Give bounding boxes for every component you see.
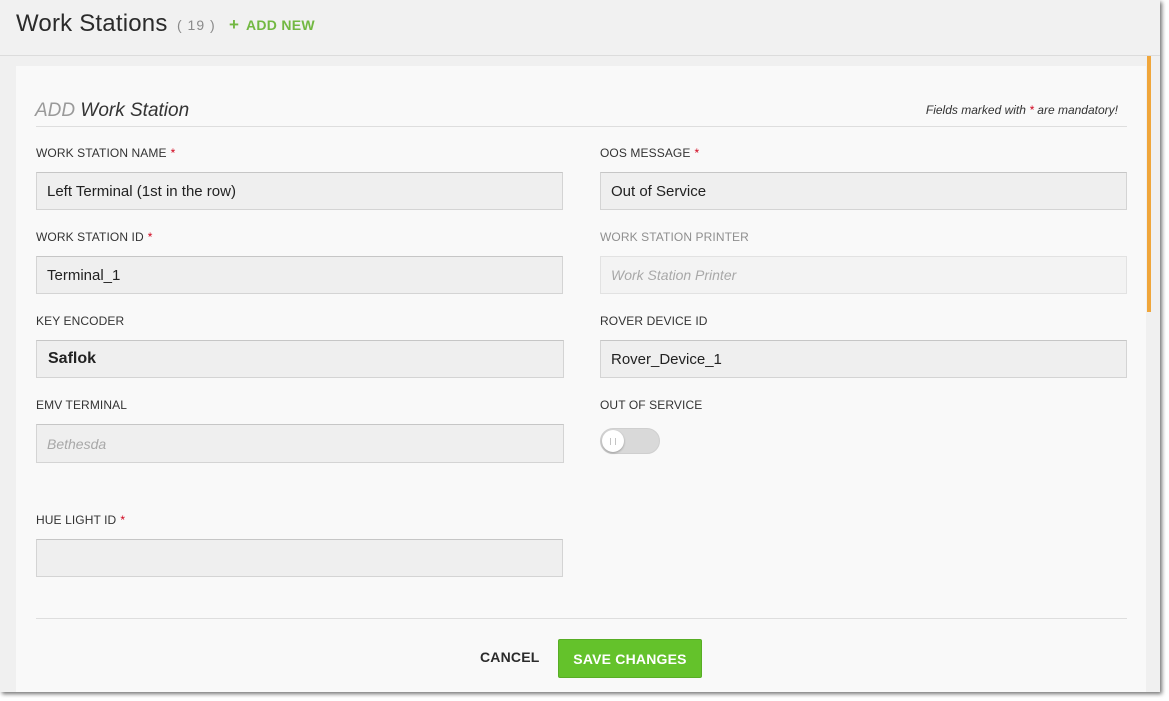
required-marker: * [694, 146, 700, 160]
out-of-service-toggle[interactable] [600, 428, 660, 454]
form-heading: ADD Work Station [35, 100, 189, 122]
work-station-id-input[interactable]: Terminal_1 [36, 256, 563, 294]
required-marker: * [120, 513, 126, 527]
mandatory-note-prefix: Fields marked with [925, 103, 1026, 117]
mandatory-note-suffix: are mandatory! [1037, 103, 1118, 117]
form-heading-verb: ADD [35, 100, 76, 121]
work-station-printer-input[interactable]: Work Station Printer [600, 256, 1127, 294]
save-changes-button[interactable]: SAVE CHANGES [558, 639, 702, 678]
out-of-service-label: OUT OF SERVICE [600, 398, 703, 412]
cancel-button[interactable]: CANCEL [480, 649, 540, 665]
record-count: ( 19 ) [177, 17, 216, 33]
key-encoder-value: Saflok [48, 350, 97, 367]
key-encoder-select[interactable]: Saflok [36, 340, 564, 378]
plus-icon: + [229, 15, 239, 34]
add-new-label: ADD NEW [245, 17, 315, 33]
rover-device-id-input[interactable]: Rover_Device_1 [600, 340, 1127, 378]
oos-message-input[interactable]: Out of Service [600, 172, 1127, 210]
oos-message-value: Out of Service [611, 182, 707, 200]
required-marker: * [147, 230, 153, 244]
mandatory-note-star: * [1029, 103, 1034, 117]
page-header: Work Stations ( 19 ) + ADD NEW [0, 0, 1160, 56]
scrollbar-thumb[interactable] [1147, 56, 1151, 312]
form-heading-noun: Work Station [80, 100, 190, 121]
app-window: Work Stations ( 19 ) + ADD NEW ADD Work … [0, 0, 1160, 692]
rover-device-id-value: Rover_Device_1 [611, 350, 722, 368]
emv-terminal-placeholder: Bethesda [47, 435, 107, 452]
heading-divider [36, 126, 1127, 127]
key-encoder-label: KEY ENCODER [36, 314, 125, 328]
work-station-name-input[interactable]: Left Terminal (1st in the row) [36, 172, 563, 210]
toggle-knob [602, 430, 624, 452]
work-station-id-label-text: WORK STATION ID [36, 230, 144, 244]
work-station-name-label-text: WORK STATION NAME [36, 146, 167, 160]
hue-light-id-label: HUE LIGHT ID * [36, 513, 125, 527]
add-new-button[interactable]: + ADD NEW [229, 15, 315, 34]
work-station-printer-placeholder: Work Station Printer [611, 267, 737, 283]
required-marker: * [170, 146, 176, 160]
oos-message-label-text: OOS MESSAGE [600, 146, 691, 160]
work-station-id-value: Terminal_1 [47, 266, 121, 284]
work-station-name-value: Left Terminal (1st in the row) [47, 182, 236, 200]
page-title: Work Stations [16, 10, 168, 37]
hue-light-id-input[interactable] [36, 539, 563, 577]
grip-icon [610, 437, 616, 445]
form-panel [16, 66, 1146, 692]
rover-device-id-label: ROVER DEVICE ID [600, 314, 708, 328]
emv-terminal-label: EMV TERMINAL [36, 398, 127, 412]
work-station-id-label: WORK STATION ID * [36, 230, 153, 244]
work-station-printer-label: WORK STATION PRINTER [600, 230, 749, 244]
work-station-name-label: WORK STATION NAME * [36, 146, 175, 160]
emv-terminal-select[interactable]: Bethesda [36, 424, 564, 463]
oos-message-label: OOS MESSAGE * [600, 146, 699, 160]
footer-divider [36, 618, 1127, 619]
mandatory-note: Fields marked with * are mandatory! [926, 103, 1118, 117]
hue-light-id-label-text: HUE LIGHT ID [36, 513, 117, 527]
